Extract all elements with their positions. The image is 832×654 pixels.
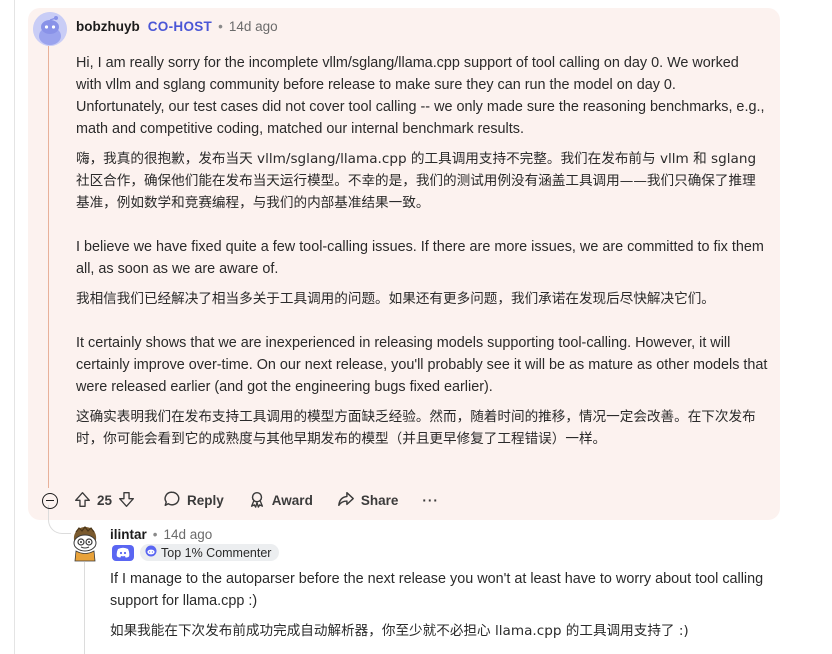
reply-paragraph: 如果我能在下次发布前成功完成自动解析器，你至少就不必担心 llama.cpp 的…: [110, 623, 689, 639]
award-button[interactable]: Award: [248, 490, 313, 511]
meta-separator: •: [218, 19, 223, 34]
comment-paragraph: 嗨，我真的很抱歉，发布当天 vllm/sglang/llama.cpp 的工具调…: [76, 151, 757, 211]
reply-paragraph: If I manage to the autoparser before the…: [110, 571, 764, 609]
comment-paragraph: I believe we have fixed quite a few tool…: [76, 239, 764, 277]
upvote-icon[interactable]: [74, 491, 91, 511]
vote-score: 25: [97, 493, 113, 508]
reply-badges: Top 1% Commenter: [112, 544, 280, 561]
comment-author[interactable]: bobzhuyb: [76, 19, 140, 34]
reply-author[interactable]: ilintar: [110, 527, 147, 542]
comment-paragraph: 我相信我们已经解决了相当多关于工具调用的问题。如果还有更多问题，我们承诺在发现后…: [76, 291, 715, 307]
share-icon: [337, 490, 355, 511]
avatar[interactable]: [33, 12, 67, 46]
cohost-badge: CO-HOST: [147, 19, 213, 34]
collapse-icon[interactable]: [42, 492, 58, 509]
comment-paragraph: 这确实表明我们在发布支持工具调用的模型方面缺乏经验。然而，随着时间的推移，情况一…: [76, 409, 756, 447]
comment-action-bar: 25 Reply Award Share ···: [42, 490, 439, 511]
comment-body: Hi, I am really sorry for the incomplete…: [76, 52, 768, 450]
vote-group: 25: [74, 491, 135, 511]
comment-meta: bobzhuyb CO-HOST • 14d ago: [76, 19, 278, 34]
reply-button[interactable]: Reply: [163, 490, 224, 511]
comment-paragraph: It certainly shows that we are inexperie…: [76, 335, 768, 395]
comment-paragraph: Hi, I am really sorry for the incomplete…: [76, 55, 765, 137]
reply-avatar[interactable]: [70, 526, 100, 562]
child-thread-line[interactable]: [84, 562, 85, 654]
discord-icon: [112, 544, 134, 561]
award-icon: [248, 490, 266, 511]
top-commenter-badge: Top 1% Commenter: [140, 544, 280, 561]
downvote-icon[interactable]: [118, 491, 135, 511]
reply-body: If I manage to the autoparser before the…: [110, 568, 790, 642]
reply-icon: [163, 490, 181, 511]
meta-separator: •: [152, 527, 158, 542]
badge-label: Top 1% Commenter: [161, 545, 272, 560]
snoo-badge-icon: [145, 545, 157, 560]
share-button[interactable]: Share: [337, 490, 399, 511]
snoo-avatar-icon: [73, 526, 97, 562]
comment-timestamp[interactable]: 14d ago: [229, 19, 278, 34]
reply-meta: ilintar • 14d ago: [110, 527, 212, 542]
more-icon[interactable]: ···: [422, 493, 439, 508]
thread-line[interactable]: [48, 46, 49, 488]
reply-timestamp[interactable]: 14d ago: [164, 527, 213, 542]
share-label: Share: [360, 493, 399, 508]
snoo-avatar-icon: [33, 12, 67, 46]
award-label: Award: [271, 493, 313, 508]
reply-label: Reply: [187, 493, 224, 508]
thread-line-outer: [14, 0, 15, 654]
